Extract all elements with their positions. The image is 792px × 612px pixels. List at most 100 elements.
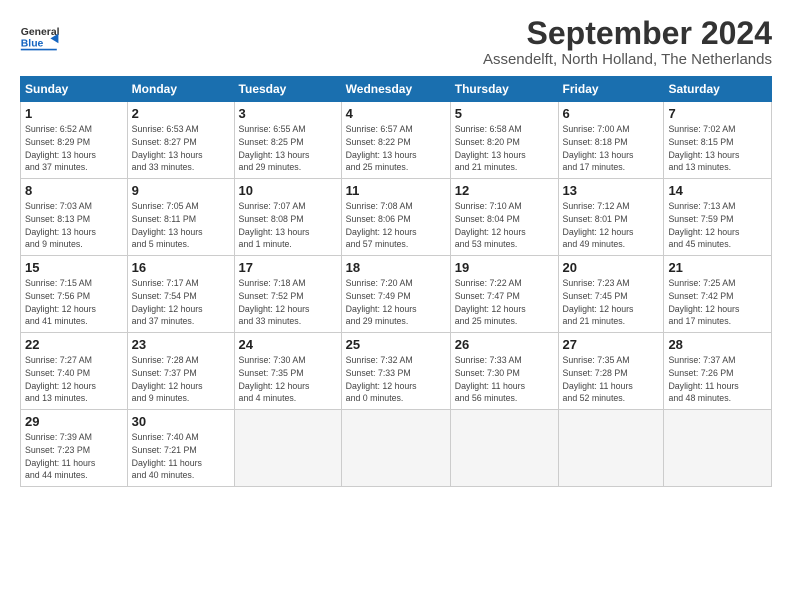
page-subtitle: Assendelft, North Holland, The Netherlan…	[483, 51, 772, 68]
calendar-header-row: Sunday Monday Tuesday Wednesday Thursday…	[21, 77, 772, 102]
day-number: 18	[346, 260, 446, 275]
day-number: 15	[25, 260, 123, 275]
day-info: Sunrise: 7:03 AMSunset: 8:13 PMDaylight:…	[25, 200, 123, 251]
day-number: 23	[132, 337, 230, 352]
table-row: 30 Sunrise: 7:40 AMSunset: 7:21 PMDayligh…	[127, 410, 234, 487]
day-number: 12	[455, 183, 554, 198]
day-number: 6	[563, 106, 660, 121]
table-row: 20 Sunrise: 7:23 AMSunset: 7:45 PMDayligh…	[558, 256, 664, 333]
day-number: 22	[25, 337, 123, 352]
day-info: Sunrise: 7:10 AMSunset: 8:04 PMDaylight:…	[455, 200, 554, 251]
day-info: Sunrise: 7:17 AMSunset: 7:54 PMDaylight:…	[132, 277, 230, 328]
table-row: 23 Sunrise: 7:28 AMSunset: 7:37 PMDayligh…	[127, 333, 234, 410]
table-row: 2 Sunrise: 6:53 AMSunset: 8:27 PMDaylight…	[127, 102, 234, 179]
page: General Blue September 2024 Assendelft, …	[0, 0, 792, 497]
day-info: Sunrise: 7:15 AMSunset: 7:56 PMDaylight:…	[25, 277, 123, 328]
day-number: 1	[25, 106, 123, 121]
table-row: 17Sunrise: 7:18 AMSunset: 7:52 PMDayligh…	[234, 256, 341, 333]
col-wednesday: Wednesday	[341, 77, 450, 102]
table-row: 27Sunrise: 7:35 AMSunset: 7:28 PMDayligh…	[558, 333, 664, 410]
day-info: Sunrise: 7:33 AMSunset: 7:30 PMDaylight:…	[455, 354, 554, 405]
day-number: 30	[132, 414, 230, 429]
day-info: Sunrise: 7:22 AMSunset: 7:47 PMDaylight:…	[455, 277, 554, 328]
table-row: 13Sunrise: 7:12 AMSunset: 8:01 PMDayligh…	[558, 179, 664, 256]
calendar-week-row: 15 Sunrise: 7:15 AMSunset: 7:56 PMDayligh…	[21, 256, 772, 333]
day-number: 2	[132, 106, 230, 121]
table-row: 5Sunrise: 6:58 AMSunset: 8:20 PMDaylight…	[450, 102, 558, 179]
table-row: 7Sunrise: 7:02 AMSunset: 8:15 PMDaylight…	[664, 102, 772, 179]
day-info: Sunrise: 7:00 AMSunset: 8:18 PMDaylight:…	[563, 123, 660, 174]
day-info: Sunrise: 7:37 AMSunset: 7:26 PMDaylight:…	[668, 354, 767, 405]
calendar-week-row: 1 Sunrise: 6:52 AMSunset: 8:29 PMDaylight…	[21, 102, 772, 179]
table-row	[558, 410, 664, 487]
col-friday: Friday	[558, 77, 664, 102]
day-number: 10	[239, 183, 337, 198]
table-row: 3 Sunrise: 6:55 AMSunset: 8:25 PMDaylight…	[234, 102, 341, 179]
day-number: 11	[346, 183, 446, 198]
table-row: 22 Sunrise: 7:27 AMSunset: 7:40 PMDayligh…	[21, 333, 128, 410]
day-number: 9	[132, 183, 230, 198]
day-number: 7	[668, 106, 767, 121]
table-row: 9 Sunrise: 7:05 AMSunset: 8:11 PMDaylight…	[127, 179, 234, 256]
calendar-week-row: 29 Sunrise: 7:39 AMSunset: 7:23 PMDayligh…	[21, 410, 772, 487]
day-info: Sunrise: 7:13 AMSunset: 7:59 PMDaylight:…	[668, 200, 767, 251]
table-row: 6 Sunrise: 7:00 AMSunset: 8:18 PMDaylight…	[558, 102, 664, 179]
table-row: 14 Sunrise: 7:13 AMSunset: 7:59 PMDayligh…	[664, 179, 772, 256]
col-tuesday: Tuesday	[234, 77, 341, 102]
table-row: 10 Sunrise: 7:07 AMSunset: 8:08 PMDayligh…	[234, 179, 341, 256]
table-row: 18 Sunrise: 7:20 AMSunset: 7:49 PMDayligh…	[341, 256, 450, 333]
table-row: 4Sunrise: 6:57 AMSunset: 8:22 PMDaylight…	[341, 102, 450, 179]
day-number: 14	[668, 183, 767, 198]
day-info: Sunrise: 6:55 AMSunset: 8:25 PMDaylight:…	[239, 123, 337, 174]
day-info: Sunrise: 7:18 AMSunset: 7:52 PMDaylight:…	[239, 277, 337, 328]
table-row: 28 Sunrise: 7:37 AMSunset: 7:26 PMDayligh…	[664, 333, 772, 410]
day-number: 13	[563, 183, 660, 198]
table-row: 12 Sunrise: 7:10 AMSunset: 8:04 PMDayligh…	[450, 179, 558, 256]
day-number: 26	[455, 337, 554, 352]
day-info: Sunrise: 6:57 AMSunset: 8:22 PMDaylight:…	[346, 123, 446, 174]
svg-text:Blue: Blue	[21, 38, 44, 49]
day-info: Sunrise: 7:05 AMSunset: 8:11 PMDaylight:…	[132, 200, 230, 251]
header-area: General Blue September 2024 Assendelft, …	[20, 16, 772, 68]
table-row: 15 Sunrise: 7:15 AMSunset: 7:56 PMDayligh…	[21, 256, 128, 333]
day-info: Sunrise: 7:27 AMSunset: 7:40 PMDaylight:…	[25, 354, 123, 405]
table-row: 11Sunrise: 7:08 AMSunset: 8:06 PMDayligh…	[341, 179, 450, 256]
logo: General Blue	[20, 16, 60, 56]
table-row: 26 Sunrise: 7:33 AMSunset: 7:30 PMDayligh…	[450, 333, 558, 410]
day-info: Sunrise: 7:23 AMSunset: 7:45 PMDaylight:…	[563, 277, 660, 328]
day-number: 19	[455, 260, 554, 275]
day-info: Sunrise: 6:52 AMSunset: 8:29 PMDaylight:…	[25, 123, 123, 174]
table-row: 24 Sunrise: 7:30 AMSunset: 7:35 PMDayligh…	[234, 333, 341, 410]
col-thursday: Thursday	[450, 77, 558, 102]
day-info: Sunrise: 7:20 AMSunset: 7:49 PMDaylight:…	[346, 277, 446, 328]
day-number: 21	[668, 260, 767, 275]
day-info: Sunrise: 7:28 AMSunset: 7:37 PMDaylight:…	[132, 354, 230, 405]
day-info: Sunrise: 7:07 AMSunset: 8:08 PMDaylight:…	[239, 200, 337, 251]
day-number: 8	[25, 183, 123, 198]
day-info: Sunrise: 6:58 AMSunset: 8:20 PMDaylight:…	[455, 123, 554, 174]
day-number: 20	[563, 260, 660, 275]
day-number: 24	[239, 337, 337, 352]
day-number: 3	[239, 106, 337, 121]
col-monday: Monday	[127, 77, 234, 102]
day-info: Sunrise: 6:53 AMSunset: 8:27 PMDaylight:…	[132, 123, 230, 174]
day-number: 25	[346, 337, 446, 352]
page-title: September 2024	[483, 16, 772, 51]
table-row: 29 Sunrise: 7:39 AMSunset: 7:23 PMDayligh…	[21, 410, 128, 487]
table-row	[341, 410, 450, 487]
day-number: 28	[668, 337, 767, 352]
calendar-week-row: 8 Sunrise: 7:03 AMSunset: 8:13 PMDaylight…	[21, 179, 772, 256]
table-row	[450, 410, 558, 487]
col-sunday: Sunday	[21, 77, 128, 102]
table-row: 25Sunrise: 7:32 AMSunset: 7:33 PMDayligh…	[341, 333, 450, 410]
day-number: 29	[25, 414, 123, 429]
calendar-table: Sunday Monday Tuesday Wednesday Thursday…	[20, 76, 772, 487]
table-row	[234, 410, 341, 487]
calendar-week-row: 22 Sunrise: 7:27 AMSunset: 7:40 PMDayligh…	[21, 333, 772, 410]
day-info: Sunrise: 7:30 AMSunset: 7:35 PMDaylight:…	[239, 354, 337, 405]
table-row: 16 Sunrise: 7:17 AMSunset: 7:54 PMDayligh…	[127, 256, 234, 333]
day-info: Sunrise: 7:39 AMSunset: 7:23 PMDaylight:…	[25, 431, 123, 482]
day-number: 27	[563, 337, 660, 352]
day-info: Sunrise: 7:40 AMSunset: 7:21 PMDaylight:…	[132, 431, 230, 482]
day-number: 16	[132, 260, 230, 275]
